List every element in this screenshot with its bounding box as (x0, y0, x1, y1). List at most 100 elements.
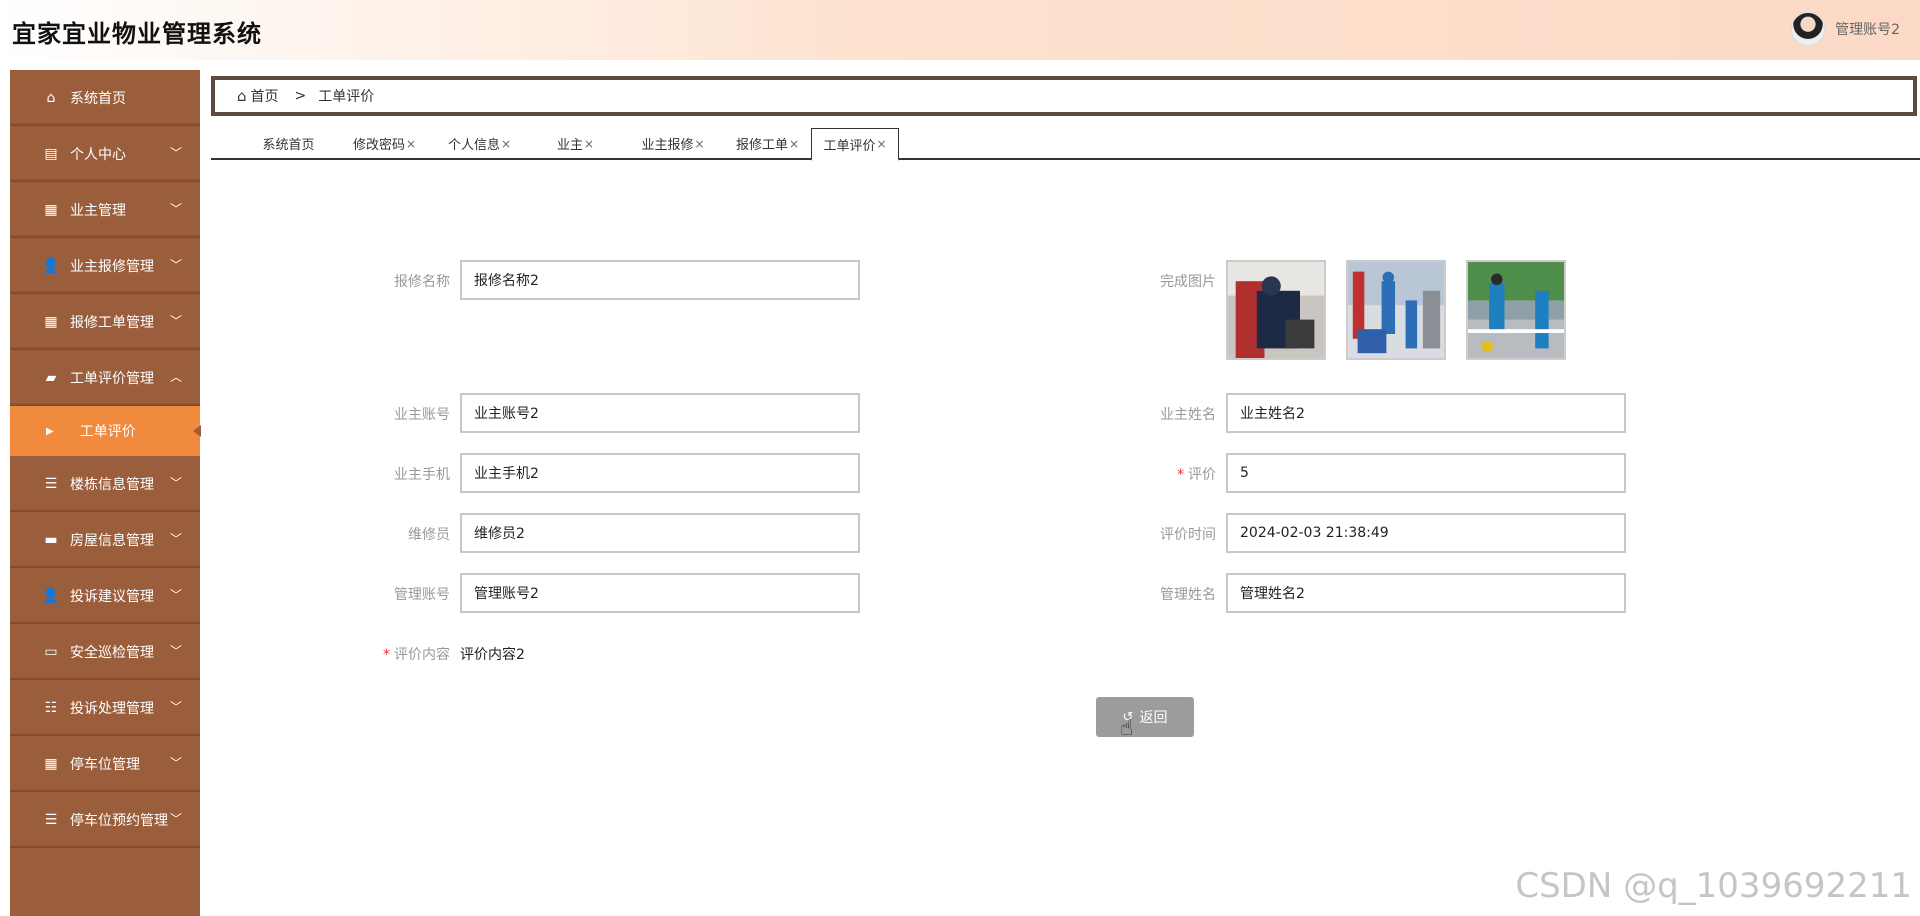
sidebar-item-label: 报修工单管理 (70, 314, 154, 331)
content-label: * 评价内容 (330, 644, 450, 664)
close-icon[interactable]: × (406, 137, 416, 151)
grid-icon: ▦ (44, 755, 58, 772)
sidebar-subitem-label: 工单评价 (79, 424, 136, 440)
close-icon[interactable]: × (584, 137, 594, 151)
avatar[interactable] (1791, 12, 1826, 46)
sidebar-subitem-active[interactable]: ▶ 工单评价 (10, 406, 201, 456)
close-icon[interactable]: × (501, 137, 511, 151)
tab[interactable]: 系统首页 (246, 128, 331, 159)
breadcrumb: ⌂ 首页 > 工单评价 (211, 76, 1917, 116)
close-icon[interactable]: × (694, 137, 704, 151)
tab[interactable]: 报修工单 × (725, 128, 810, 159)
content-value: 评价内容2 (460, 647, 525, 663)
chevron-icon: ﹀ (169, 314, 182, 328)
sidebar-item[interactable]: ▦ 停车位管理 ﹀ (10, 736, 200, 792)
chevron-icon: ﹀ (169, 644, 182, 658)
completion-photo-1[interactable] (1226, 260, 1326, 360)
rating-field[interactable]: 5 (1226, 453, 1626, 493)
sidebar-item[interactable]: ▭ 安全巡检管理 ﹀ (10, 624, 200, 680)
owner-account-label: 业主账号 (394, 407, 450, 423)
repairer-field[interactable]: 维修员2 (460, 513, 860, 553)
completion-photo-2[interactable] (1346, 260, 1446, 360)
sidebar-item[interactable]: ⌂ 系统首页 (10, 70, 200, 126)
user-icon: 👤 (42, 587, 60, 604)
chevron-icon: ﹀ (169, 146, 182, 160)
tab[interactable]: 修改密码 × (342, 128, 427, 159)
sidebar-item-label: 系统首页 (70, 90, 126, 107)
tab[interactable]: 业主 × (533, 128, 618, 159)
admin-account-field[interactable]: 管理账号2 (460, 573, 860, 613)
tab-label: 业主报修 (641, 138, 694, 153)
eval-time-label: 评价时间 (1160, 527, 1216, 543)
sidebar-item-label: 房屋信息管理 (70, 532, 154, 549)
sidebar-item[interactable]: ▦ 报修工单管理 ﹀ (10, 294, 200, 350)
chevron-icon: ﹀ (169, 756, 182, 770)
chevron-icon: ﹀ (169, 532, 182, 546)
ticket-icon: ▬ (44, 531, 58, 548)
sidebar-item[interactable]: ▦ 业主管理 ﹀ (10, 182, 200, 238)
tab-label: 工单评价 (823, 138, 876, 154)
caret-right-icon: ▶ (46, 425, 54, 437)
sidebar-item-label: 楼栋信息管理 (70, 476, 154, 493)
tab-label: 系统首页 (262, 138, 315, 153)
sidebar-item[interactable]: 👤 投诉建议管理 ﹀ (10, 568, 200, 624)
app-title: 宜家宜业物业管理系统 (12, 20, 262, 48)
username[interactable]: 管理账号2 (1835, 19, 1900, 39)
list-icon: ☰ (44, 475, 58, 492)
owner-account-field[interactable]: 业主账号2 (460, 393, 860, 433)
sidebar-item-label: 投诉建议管理 (70, 588, 154, 605)
chevron-icon: ﹀ (169, 700, 182, 714)
close-icon[interactable]: × (876, 137, 886, 151)
sidebar-item[interactable]: ☰ 楼栋信息管理 ﹀ (10, 456, 200, 512)
rating-label-text: 评价 (1188, 467, 1216, 483)
sidebar-item[interactable]: ▤ 个人中心 ﹀ (10, 126, 200, 182)
home-icon: ⌂ (46, 89, 56, 106)
sliders-icon: ☷ (44, 699, 58, 716)
sidebar-item[interactable]: 👤 业主报修管理 ﹀ (10, 238, 200, 294)
repairer-label: 维修员 (408, 527, 450, 543)
tab[interactable]: 工单评价 × (811, 128, 899, 161)
rating-label: * 评价 (1096, 464, 1216, 484)
sidebar-item-label: 投诉处理管理 (70, 700, 154, 717)
chevron-icon: ︿ (169, 370, 182, 384)
tab-label: 报修工单 (735, 138, 788, 153)
grid-icon: ▦ (44, 201, 58, 218)
list-icon: ☰ (44, 811, 58, 828)
photos-label: 完成图片 (1160, 274, 1216, 290)
chevron-icon: ﹀ (169, 202, 182, 216)
tab[interactable]: 个人信息 × (437, 128, 522, 159)
sidebar-item-label: 业主报修管理 (70, 258, 154, 275)
home-icon[interactable]: ⌂ (237, 87, 247, 105)
eval-time-field[interactable]: 2024-02-03 21:38:49 (1226, 513, 1626, 553)
completion-photo-3[interactable] (1466, 260, 1566, 360)
watermark: CSDN @q_1039692211 (1515, 866, 1912, 906)
repair-name-field[interactable]: 报修名称2 (460, 260, 860, 300)
user-menu[interactable]: 管理账号2 (1791, 12, 1900, 46)
back-button[interactable]: ↺ 返回 (1096, 697, 1194, 737)
content-label-text: 评价内容 (394, 647, 450, 663)
admin-name-label: 管理姓名 (1160, 587, 1216, 603)
sidebar-item-label: 业主管理 (70, 202, 126, 219)
back-button-label: 返回 (1139, 710, 1168, 726)
chevron-icon: ﹀ (169, 588, 182, 602)
sidebar-item[interactable]: ▬ 房屋信息管理 ﹀ (10, 512, 200, 568)
owner-phone-label: 业主手机 (394, 467, 450, 483)
sidebar-item[interactable]: ▰ 工单评价管理 ︿ (10, 350, 200, 406)
breadcrumb-separator: > (294, 88, 307, 104)
close-icon[interactable]: × (789, 137, 799, 151)
owner-phone-field[interactable]: 业主手机2 (460, 453, 860, 493)
grid-icon: ▦ (44, 313, 58, 330)
chevron-icon: ﹀ (169, 258, 182, 272)
sidebar-item-label: 工单评价管理 (70, 370, 154, 387)
monitor-icon: ▭ (44, 643, 58, 660)
owner-name-field[interactable]: 业主姓名2 (1226, 393, 1626, 433)
sidebar: ⌂ 系统首页 ▤ 个人中心 ﹀ ▦ 业主管理 ﹀ 👤 业主报修管理 ﹀ ▦ 报修工单管理 ﹀ ▰ 工单评价管理… (10, 70, 201, 916)
sidebar-item[interactable]: ☰ 停车位预约管理 ﹀ (10, 792, 200, 848)
repair-name-label: 报修名称 (394, 274, 450, 290)
admin-name-field[interactable]: 管理姓名2 (1226, 573, 1626, 613)
sidebar-item[interactable]: ☷ 投诉处理管理 ﹀ (10, 680, 200, 736)
breadcrumb-home[interactable]: 首页 (251, 86, 279, 106)
tab[interactable]: 业主报修 × (628, 128, 718, 159)
card-icon: ▤ (44, 145, 58, 162)
admin-account-label: 管理账号 (394, 587, 450, 603)
